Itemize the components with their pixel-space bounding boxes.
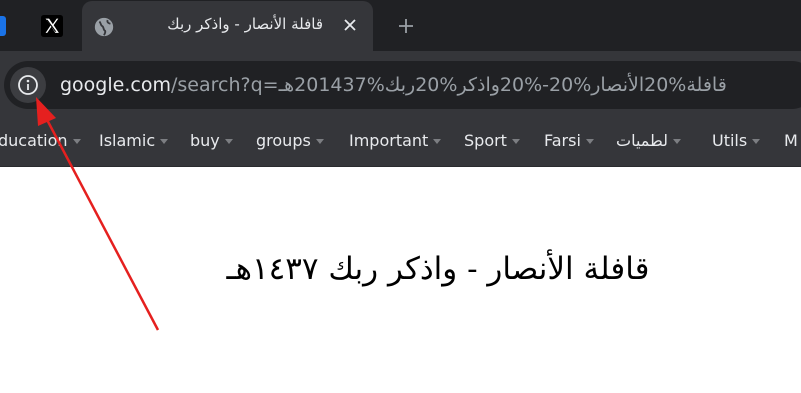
bookmark-folder-important[interactable]: Important [349, 131, 442, 150]
page-heading: قافلة الأنصار - واذكر ربك ١٤٣٧هـ [226, 251, 650, 287]
tab-close-button[interactable] [340, 15, 360, 35]
chevron-down-icon [224, 139, 233, 144]
partial-tab[interactable] [0, 16, 6, 36]
new-tab-button[interactable] [394, 14, 418, 38]
bookmark-folder-latmiyat[interactable]: لطميات [616, 131, 682, 150]
info-icon [18, 75, 38, 95]
url-text[interactable]: google.com/search?q=قافلة%20الأنصار%20-%… [60, 74, 727, 96]
bookmark-folder-islamic[interactable]: Islamic [99, 131, 169, 150]
bookmark-label: Farsi [544, 131, 581, 150]
bookmark-label: buy [190, 131, 220, 150]
bookmark-folder-utils[interactable]: Utils [712, 131, 761, 150]
bookmark-folder-buy[interactable]: buy [190, 131, 233, 150]
bookmark-label: groups [256, 131, 311, 150]
bookmark-label: لطميات [616, 131, 669, 150]
chevron-down-icon [511, 139, 520, 144]
chevron-down-icon [160, 139, 169, 144]
globe-icon [94, 17, 114, 37]
browser-toolbar: google.com/search?q=قافلة%20الأنصار%20-%… [0, 51, 801, 117]
url-path: /search?q=قافلة%20الأنصار%20-%20واذكر%20… [170, 74, 727, 96]
plus-icon [399, 19, 413, 33]
chevron-down-icon [72, 139, 81, 144]
bookmark-label: M [784, 131, 798, 150]
bookmark-folder-groups[interactable]: groups [256, 131, 324, 150]
bookmarks-bar: ducation Islamic buy groups Important Sp… [0, 117, 801, 167]
url-host: google.com [60, 74, 171, 96]
chevron-down-icon [433, 139, 442, 144]
chevron-down-icon [585, 139, 594, 144]
bookmark-label: Utils [712, 131, 748, 150]
chevron-down-icon [673, 139, 682, 144]
bookmark-folder-farsi[interactable]: Farsi [544, 131, 594, 150]
x-logo-icon [41, 15, 63, 37]
page-content: قافلة الأنصار - واذكر ربك ١٤٣٧هـ [0, 167, 801, 393]
tab-x[interactable] [38, 12, 66, 40]
bookmark-label: Important [349, 131, 429, 150]
bookmark-folder-education[interactable]: ducation [0, 131, 81, 150]
bookmark-label: ducation [0, 131, 68, 150]
bookmark-label: Sport [464, 131, 507, 150]
bookmark-folder-overflow[interactable]: M [784, 131, 798, 150]
address-bar[interactable]: google.com/search?q=قافلة%20الأنصار%20-%… [4, 61, 801, 109]
chevron-down-icon [315, 139, 324, 144]
bookmark-label: Islamic [99, 131, 156, 150]
chevron-down-icon [752, 139, 761, 144]
active-tab[interactable]: قافلة الأنصار - واذكر ربك [82, 1, 373, 51]
tab-title: قافلة الأنصار - واذكر ربك [167, 15, 323, 33]
close-icon [344, 19, 356, 31]
tab-strip: قافلة الأنصار - واذكر ربك [0, 0, 801, 51]
site-info-button[interactable] [10, 67, 46, 103]
bookmark-folder-sport[interactable]: Sport [464, 131, 520, 150]
